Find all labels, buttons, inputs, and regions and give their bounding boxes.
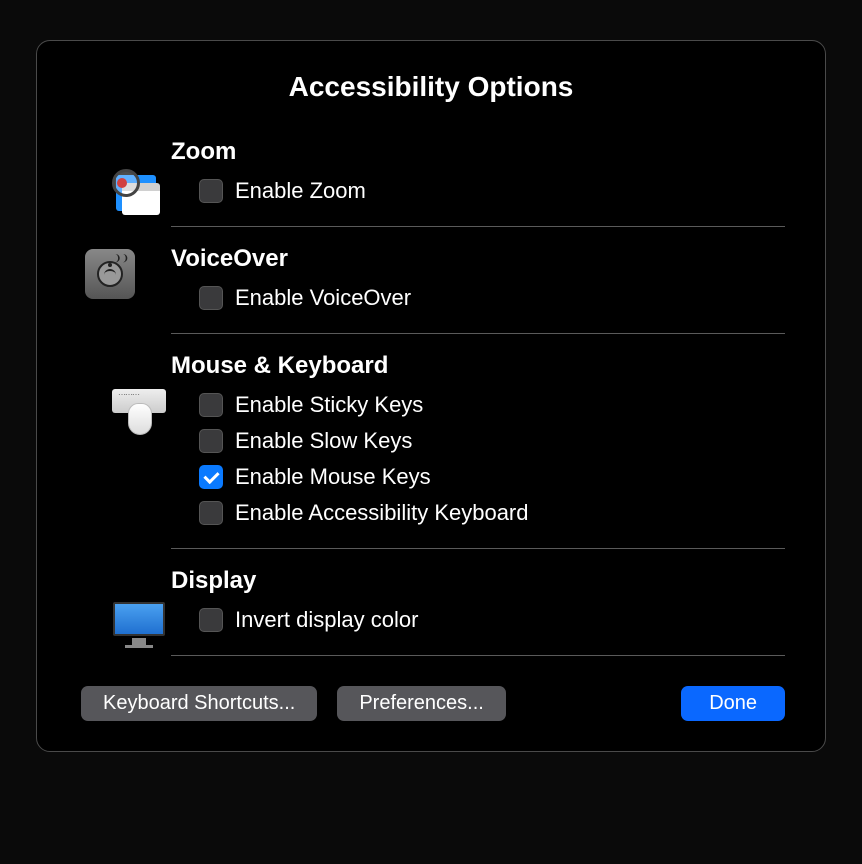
label-enable-accessibility-keyboard: Enable Accessibility Keyboard xyxy=(235,500,529,526)
checkbox-enable-sticky-keys[interactable] xyxy=(199,393,223,417)
display-icon xyxy=(81,567,139,625)
section-mouse-keyboard: Mouse & Keyboard Enable Sticky Keys Enab… xyxy=(77,352,785,536)
keyboard-shortcuts-button[interactable]: Keyboard Shortcuts... xyxy=(81,686,317,721)
checkbox-enable-voiceover[interactable] xyxy=(199,286,223,310)
option-enable-zoom: Enable Zoom xyxy=(171,178,785,204)
divider xyxy=(171,548,785,549)
section-title-voiceover: VoiceOver xyxy=(171,245,785,273)
option-enable-accessibility-keyboard: Enable Accessibility Keyboard xyxy=(171,500,785,526)
section-display: Display Invert display color xyxy=(77,567,785,643)
checkbox-enable-accessibility-keyboard[interactable] xyxy=(199,501,223,525)
label-enable-slow-keys: Enable Slow Keys xyxy=(235,428,412,454)
section-title-zoom: Zoom xyxy=(171,138,785,166)
divider xyxy=(171,226,785,227)
option-enable-slow-keys: Enable Slow Keys xyxy=(171,428,785,454)
divider xyxy=(171,333,785,334)
divider xyxy=(171,655,785,656)
button-row: Keyboard Shortcuts... Preferences... Don… xyxy=(77,686,785,721)
done-button[interactable]: Done xyxy=(681,686,785,721)
section-voiceover: ❩❩ VoiceOver Enable VoiceOver xyxy=(77,245,785,321)
option-enable-mouse-keys: Enable Mouse Keys xyxy=(171,464,785,490)
section-title-display: Display xyxy=(171,567,785,595)
dialog-title: Accessibility Options xyxy=(77,71,785,103)
option-enable-voiceover: Enable VoiceOver xyxy=(171,285,785,311)
section-zoom: Zoom Enable Zoom xyxy=(77,138,785,214)
checkbox-enable-mouse-keys[interactable] xyxy=(199,465,223,489)
label-enable-mouse-keys: Enable Mouse Keys xyxy=(235,464,431,490)
label-enable-voiceover: Enable VoiceOver xyxy=(235,285,411,311)
label-enable-sticky-keys: Enable Sticky Keys xyxy=(235,392,423,418)
mouse-keyboard-icon xyxy=(81,352,139,410)
voiceover-icon: ❩❩ xyxy=(81,245,139,303)
preferences-button[interactable]: Preferences... xyxy=(337,686,506,721)
checkbox-enable-slow-keys[interactable] xyxy=(199,429,223,453)
checkbox-invert-display-color[interactable] xyxy=(199,608,223,632)
checkbox-enable-zoom[interactable] xyxy=(199,179,223,203)
label-invert-display-color: Invert display color xyxy=(235,607,418,633)
section-title-mouse-keyboard: Mouse & Keyboard xyxy=(171,352,785,380)
label-enable-zoom: Enable Zoom xyxy=(235,178,366,204)
option-invert-display-color: Invert display color xyxy=(171,607,785,633)
zoom-icon xyxy=(81,138,139,196)
accessibility-options-dialog: Accessibility Options Zoom Enable Zoom ❩… xyxy=(36,40,826,752)
option-enable-sticky-keys: Enable Sticky Keys xyxy=(171,392,785,418)
